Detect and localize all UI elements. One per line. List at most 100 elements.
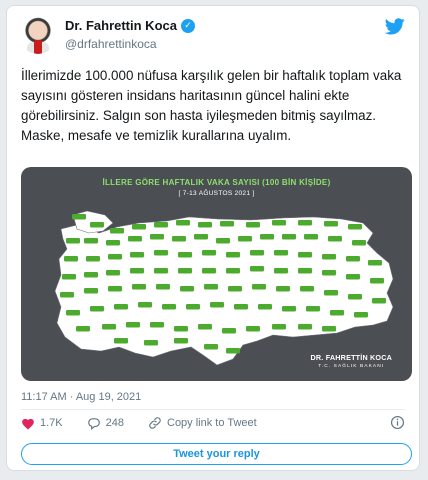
province-tag	[226, 348, 240, 354]
map-title: İLLERE GÖRE HAFTALIK VAKA SAYISI (100 Bİ…	[102, 178, 331, 187]
province-tag	[180, 286, 194, 292]
province-tag	[372, 298, 386, 304]
copy-link-label: Copy link to Tweet	[167, 417, 257, 429]
province-tag	[110, 228, 124, 234]
province-tag	[128, 236, 142, 242]
province-tag	[202, 268, 216, 274]
province-tag	[282, 306, 296, 312]
like-count: 1.7K	[40, 417, 63, 429]
tweet-timestamp[interactable]: 11:17 AM · Aug 19, 2021	[21, 391, 141, 403]
province-tag	[108, 286, 122, 292]
province-tag	[204, 284, 218, 290]
province-tag	[64, 256, 78, 262]
province-tag	[126, 322, 140, 328]
province-tag	[368, 260, 382, 266]
province-tag	[330, 310, 344, 316]
province-tag	[250, 250, 264, 256]
province-tag	[304, 234, 318, 240]
province-tag	[346, 256, 360, 262]
province-tag	[250, 266, 264, 272]
province-tag	[86, 256, 100, 262]
province-tag	[198, 324, 212, 330]
reply-action[interactable]: 248	[87, 417, 124, 430]
province-tag	[132, 224, 146, 230]
tweet-your-reply-button[interactable]: Tweet your reply	[21, 443, 412, 465]
like-action[interactable]: 1.7K	[21, 417, 63, 430]
province-tag	[354, 312, 368, 318]
province-tag	[348, 294, 362, 300]
province-tag	[260, 234, 274, 240]
province-tag	[298, 252, 312, 258]
twitter-bird-icon[interactable]	[385, 18, 405, 35]
province-tag	[274, 268, 288, 274]
province-tag	[84, 288, 98, 294]
province-tag	[174, 326, 188, 332]
verified-badge-icon: ✓	[180, 18, 195, 33]
province-tag	[132, 284, 146, 290]
province-tag	[90, 306, 104, 312]
province-tag	[228, 286, 242, 292]
signature-name: DR. FAHRETTİN KOCA	[310, 353, 392, 362]
province-tag	[298, 268, 312, 274]
copy-link-action[interactable]: Copy link to Tweet	[148, 416, 257, 430]
province-tag	[62, 274, 76, 280]
tweet-card: Dr. Fahrettin Koca ✓ @drfahrettinkoca İl…	[6, 5, 420, 471]
province-tag	[210, 302, 224, 308]
province-tag	[322, 326, 336, 332]
province-tag	[178, 268, 192, 274]
province-tag	[238, 236, 252, 242]
province-tag	[114, 304, 128, 310]
province-tag	[106, 270, 120, 276]
province-tag	[106, 240, 120, 246]
province-tag	[154, 222, 168, 228]
province-tag	[176, 220, 190, 226]
turkey-map	[54, 210, 394, 366]
province-tag	[246, 222, 260, 228]
tweet-actions: 1.7K 248 Copy link to Tweet	[21, 416, 281, 430]
province-tag	[178, 252, 192, 258]
province-tag	[138, 302, 152, 308]
province-tag	[272, 220, 286, 226]
province-tag	[150, 234, 164, 240]
province-tag	[324, 290, 338, 296]
province-tag	[274, 250, 288, 256]
province-tag	[352, 240, 366, 246]
province-tag	[298, 324, 312, 330]
province-tag	[76, 326, 90, 332]
province-tag	[272, 324, 286, 330]
province-tag	[226, 268, 240, 274]
province-tag	[172, 236, 186, 242]
province-tag	[322, 254, 336, 260]
province-tag	[198, 222, 212, 228]
province-tag	[130, 268, 144, 274]
province-tag	[84, 238, 98, 244]
province-tag	[252, 284, 266, 290]
province-tag	[150, 322, 164, 328]
province-tag	[90, 222, 104, 228]
province-tag	[144, 340, 158, 346]
heart-icon	[22, 418, 34, 430]
province-tag	[72, 214, 86, 220]
province-tag	[154, 250, 168, 256]
province-tag	[246, 326, 260, 332]
province-tag	[306, 306, 320, 312]
author-name[interactable]: Dr. Fahrettin Koca	[65, 18, 177, 33]
author-handle[interactable]: @drfahrettinkoca	[65, 37, 157, 51]
province-tag	[222, 328, 236, 334]
author-name-row: Dr. Fahrettin Koca ✓	[65, 18, 195, 33]
map-signature: DR. FAHRETTİN KOCA T.C. SAĞLIK BAKANI	[311, 353, 392, 369]
province-tag	[300, 286, 314, 292]
province-tag	[66, 238, 80, 244]
province-tag	[84, 272, 98, 278]
author-avatar[interactable]	[19, 16, 57, 54]
province-tag	[258, 304, 272, 310]
province-tag	[234, 304, 248, 310]
province-tag	[174, 338, 188, 344]
reply-bubble-icon	[87, 417, 100, 430]
tweet-image-map[interactable]: İLLERE GÖRE HAFTALIK VAKA SAYISI (100 Bİ…	[21, 167, 412, 381]
province-tag	[154, 268, 168, 274]
province-tag	[202, 250, 216, 256]
info-icon[interactable]	[390, 415, 405, 430]
province-tag	[282, 234, 296, 240]
province-tag	[216, 238, 230, 244]
